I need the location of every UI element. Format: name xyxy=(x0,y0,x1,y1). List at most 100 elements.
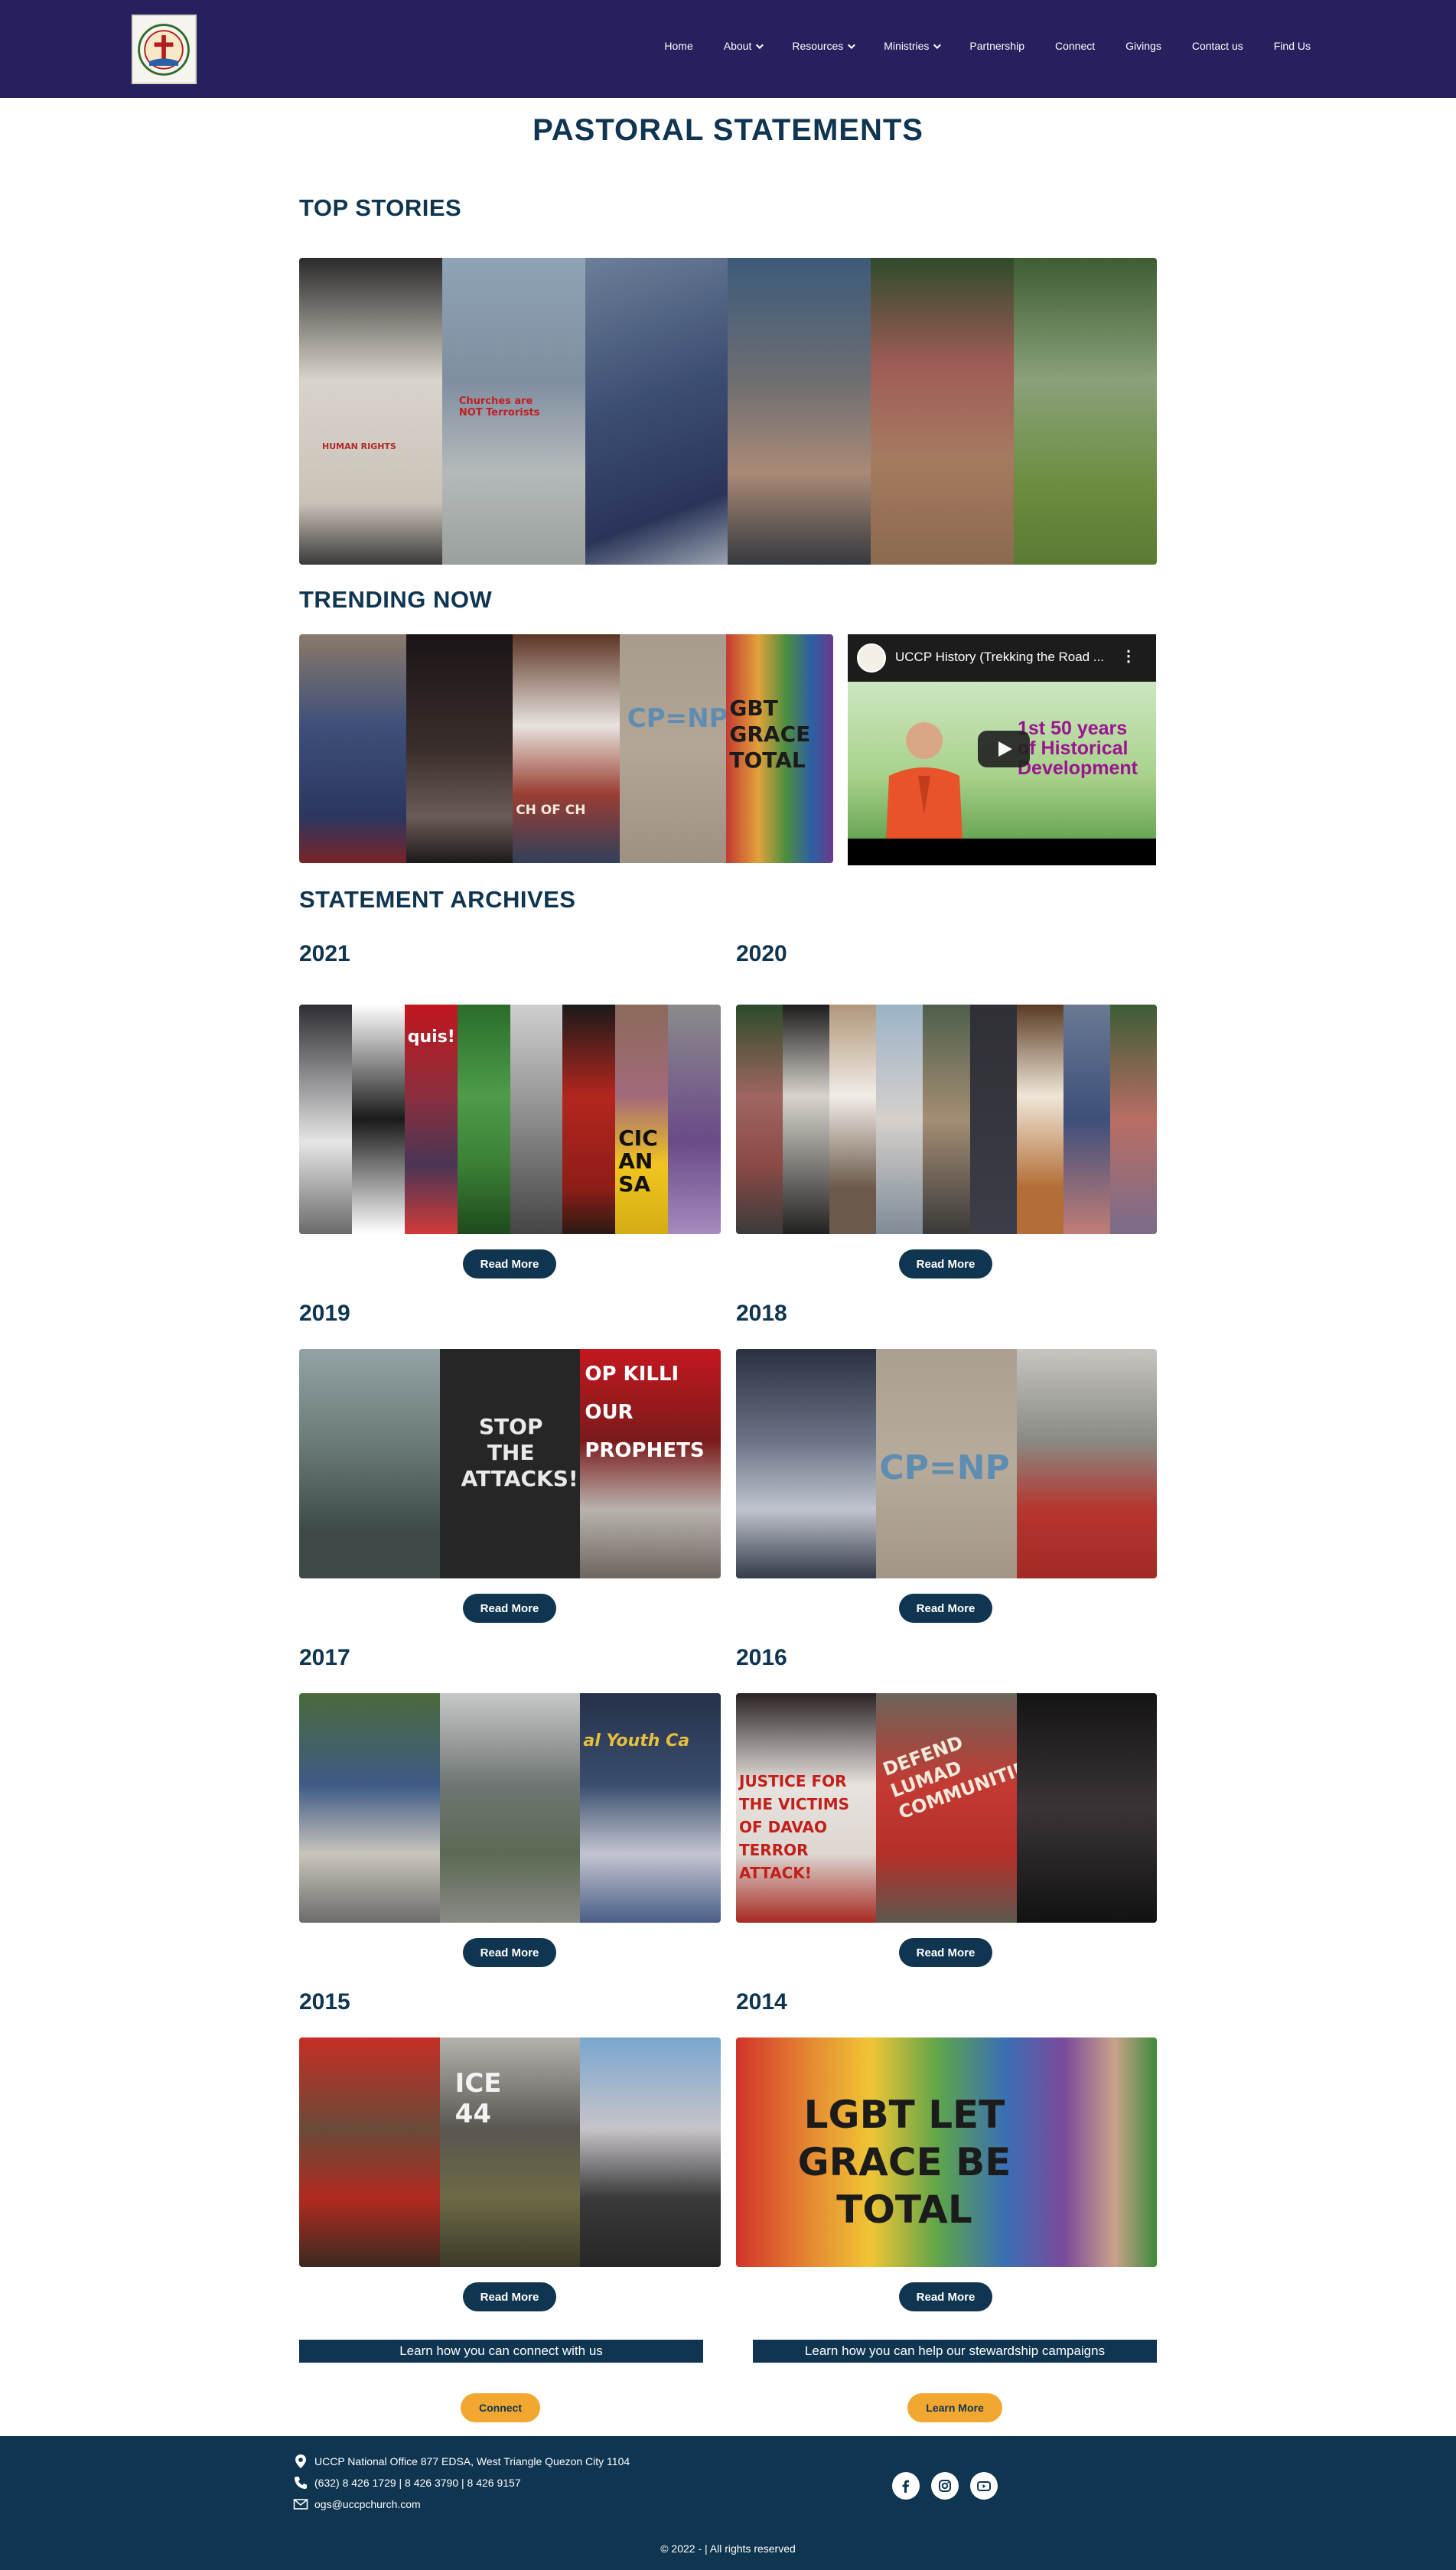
nav-connect-label: Connect xyxy=(1054,40,1096,52)
collage-image xyxy=(1014,258,1157,565)
collage-image xyxy=(969,1005,1017,1234)
nav-about[interactable]: About xyxy=(724,40,764,52)
year-2019: 2019 xyxy=(299,1301,350,1326)
footer-address-row: UCCP National Office 877 EDSA, West Tria… xyxy=(293,2454,630,2469)
read-more-button-2017[interactable]: Read More xyxy=(463,1938,556,1967)
speaker-figure xyxy=(886,722,963,841)
trending-collage[interactable]: CH OF CH CP=NP GBT GRACE TOTAL xyxy=(299,634,833,863)
collage-image: CP=NP xyxy=(876,1349,1017,1578)
nav-givings[interactable]: Givings xyxy=(1125,40,1161,52)
read-more-button-2021[interactable]: Read More xyxy=(463,1249,556,1278)
collage-image: quis! xyxy=(404,1005,458,1234)
nav-find-us[interactable]: Find Us xyxy=(1274,40,1311,52)
archive-collage-2018[interactable]: CP=NP xyxy=(736,1349,1157,1578)
learn-more-button[interactable]: Learn More xyxy=(907,2393,1002,2422)
youtube-video-player[interactable]: UCCP History (Trekking the Road ... ⋮ 1s… xyxy=(848,634,1156,865)
collage-image xyxy=(783,1005,830,1234)
nav-ministries[interactable]: Ministries xyxy=(884,40,942,52)
collage-text: CH OF CH xyxy=(516,803,586,818)
instagram-icon[interactable] xyxy=(931,2472,959,2500)
nav-givings-label: Givings xyxy=(1125,40,1161,52)
collage-image xyxy=(668,1005,721,1234)
nav-ministries-label: Ministries xyxy=(884,40,930,52)
location-pin-icon xyxy=(295,2454,306,2468)
mail-icon xyxy=(293,2499,308,2510)
collage-image xyxy=(299,1005,352,1234)
collage-image: STOP THE ATTACKS! xyxy=(439,1349,581,1578)
year-2017: 2017 xyxy=(299,1645,350,1670)
stewardship-cta-banner: Learn how you can help our stewardship c… xyxy=(753,2340,1157,2363)
read-more-button-2015[interactable]: Read More xyxy=(463,2282,556,2311)
archive-collage-2019[interactable]: STOP THE ATTACKS! OP KILLI OUR PROPHETS xyxy=(299,1349,721,1578)
year-2014: 2014 xyxy=(736,1989,787,2015)
read-more-button-2019[interactable]: Read More xyxy=(463,1594,556,1623)
play-button[interactable] xyxy=(978,731,1030,767)
collage-image xyxy=(562,1005,616,1234)
connect-button[interactable]: Connect xyxy=(461,2393,540,2422)
read-more-button-2020[interactable]: Read More xyxy=(899,1249,992,1278)
archive-collage-2016[interactable]: JUSTICE FOR THE VICTIMS OF DAVAO TERROR … xyxy=(736,1693,1157,1923)
footer-email[interactable]: ogs@uccpchurch.com xyxy=(314,2498,421,2510)
more-options-icon[interactable]: ⋮ xyxy=(1121,647,1136,666)
collage-image: DEFEND LUMAD COMMUNITIES xyxy=(876,1693,1043,1923)
collage-text: HUMAN RIGHTS xyxy=(322,441,396,451)
collage-image xyxy=(1016,1005,1063,1234)
collage-image xyxy=(299,2037,440,2267)
nav-contact-us[interactable]: Contact us xyxy=(1192,40,1243,52)
phone-icon xyxy=(295,2477,307,2489)
collage-image xyxy=(736,1349,877,1578)
collage-image xyxy=(299,1693,440,1923)
social-links xyxy=(892,2472,998,2500)
collage-text: OP KILLI OUR PROPHETS xyxy=(585,1363,705,1462)
collage-image: JUSTICE FOR THE VICTIMS OF DAVAO TERROR … xyxy=(736,1693,877,1923)
read-more-button-2016[interactable]: Read More xyxy=(899,1938,992,1967)
collage-image xyxy=(1109,1005,1157,1234)
top-navbar: Home About Resources Ministries Partners… xyxy=(0,0,1456,98)
archive-collage-2017[interactable]: al Youth Ca xyxy=(299,1693,721,1923)
youtube-icon[interactable] xyxy=(970,2472,998,2500)
collage-image: GBT GRACE TOTAL xyxy=(726,634,833,863)
collage-image xyxy=(585,258,728,565)
collage-image xyxy=(871,258,1015,565)
video-title[interactable]: UCCP History (Trekking the Road ... xyxy=(895,650,1104,665)
collage-text: LGBT LET GRACE BE TOTAL xyxy=(797,2093,1011,2232)
video-overlay-text: 1st 50 years of Historical Development xyxy=(1018,718,1138,779)
nav-home[interactable]: Home xyxy=(664,40,692,52)
year-2020: 2020 xyxy=(736,941,787,966)
collage-text: DEFEND LUMAD COMMUNITIES xyxy=(880,1731,1043,1824)
church-logo[interactable] xyxy=(132,15,197,84)
top-stories-heading: TOP STORIES xyxy=(299,194,462,221)
year-2015: 2015 xyxy=(299,1989,350,2015)
archive-collage-2020[interactable] xyxy=(736,1005,1157,1234)
collage-image xyxy=(299,1349,440,1578)
collage-image xyxy=(1016,1349,1157,1578)
collage-image xyxy=(439,1693,581,1923)
collage-image: OP KILLI OUR PROPHETS xyxy=(580,1349,721,1578)
collage-text: JUSTICE FOR THE VICTIMS OF DAVAO TERROR … xyxy=(739,1772,849,1882)
nav-partnership[interactable]: Partnership xyxy=(969,40,1024,52)
nav-resources[interactable]: Resources xyxy=(792,40,856,52)
facebook-icon[interactable] xyxy=(892,2472,920,2500)
channel-avatar[interactable] xyxy=(857,643,886,673)
collage-image: al Youth Ca xyxy=(580,1693,721,1923)
archive-collage-2021[interactable]: quis! CIC AN SA xyxy=(299,1005,721,1234)
nav-connect[interactable]: Connect xyxy=(1055,40,1095,52)
collage-image: CP=NP xyxy=(619,634,728,863)
collage-image xyxy=(829,1005,877,1234)
page-title: PASTORAL STATEMENTS xyxy=(533,113,923,147)
collage-image: CIC AN SA xyxy=(615,1005,669,1234)
footer-phone: (632) 8 426 1729 | 8 426 3790 | 8 426 91… xyxy=(314,2477,521,2489)
chevron-down-icon xyxy=(848,41,856,49)
trending-now-heading: TRENDING NOW xyxy=(299,586,493,613)
collage-image xyxy=(406,634,513,863)
read-more-button-2018[interactable]: Read More xyxy=(899,1594,992,1623)
collage-image xyxy=(1063,1005,1110,1234)
footer-email-row[interactable]: ogs@uccpchurch.com xyxy=(293,2497,421,2512)
read-more-button-2014[interactable]: Read More xyxy=(899,2282,992,2311)
archive-collage-2015[interactable]: ICE 44 xyxy=(299,2037,721,2267)
main-menu: Home About Resources Ministries Partners… xyxy=(634,40,1311,52)
archive-collage-2014[interactable]: LGBT LET GRACE BE TOTAL xyxy=(736,2037,1157,2267)
collage-image xyxy=(351,1005,405,1234)
footer: UCCP National Office 877 EDSA, West Tria… xyxy=(0,2436,1456,2570)
top-stories-collage[interactable]: HUMAN RIGHTS Churches are NOT Terrorists xyxy=(299,258,1157,565)
